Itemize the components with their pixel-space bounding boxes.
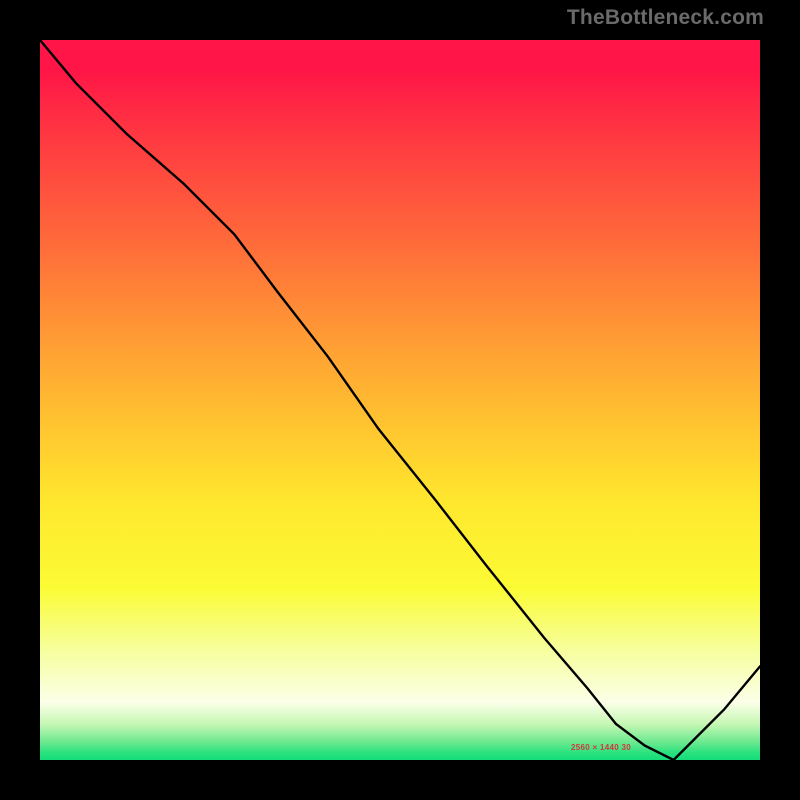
chart-container: TheBottleneck.com 2560 × 1440 30 <box>0 0 800 800</box>
bottleneck-curve <box>40 40 760 760</box>
watermark-text: TheBottleneck.com <box>567 6 764 30</box>
chart-annotation: 2560 × 1440 30 <box>571 743 631 752</box>
curve-svg <box>40 40 760 760</box>
plot-area: 2560 × 1440 30 <box>40 40 760 760</box>
